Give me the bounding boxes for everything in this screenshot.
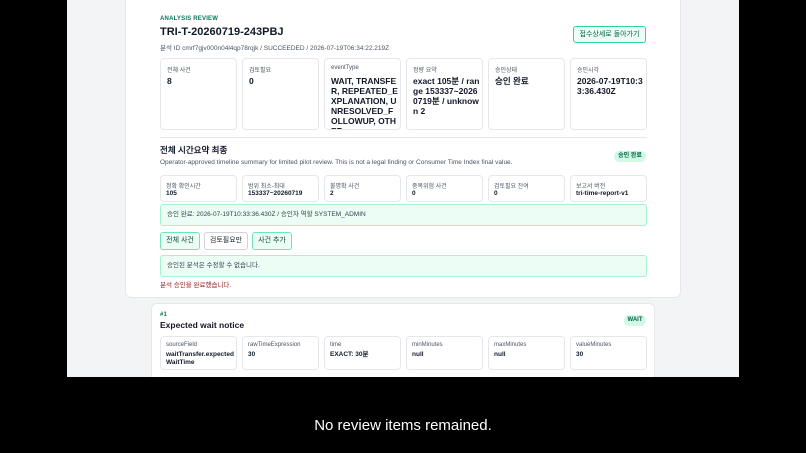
- stat-label: 전체 사건: [167, 68, 191, 74]
- summary-description: Operator-approved timeline summary for l…: [160, 159, 513, 166]
- tab-all-events[interactable]: 전체 사건: [160, 232, 200, 250]
- field-label: time: [330, 342, 342, 348]
- summary-report-version: 보고서 버전 tri-time-report-v1: [570, 175, 647, 202]
- stat-review-needed: 검토필요 0: [242, 58, 319, 130]
- field-source: sourceField waitTransfer.expectedWaitTim…: [160, 336, 237, 370]
- stat-value: 0: [249, 76, 254, 86]
- page-title: TRI-T-20260719-243PBJ: [160, 26, 284, 38]
- field-label: sourceField: [166, 342, 198, 348]
- summary-label: 범위 최소-최대: [248, 184, 285, 190]
- subtitle-caption: No review items remained.: [0, 377, 806, 453]
- summary-value: 0: [494, 190, 498, 197]
- stat-approval-time: 승인시각 2026-07-19T10:33:36.430Z: [570, 58, 647, 130]
- event-index: #1: [160, 312, 168, 318]
- summary-label: 정확 확인시간: [166, 184, 201, 190]
- field-value-minutes: valueMinutes 30: [570, 336, 647, 370]
- summary-review-remaining: 검토필요 잔여 0: [488, 175, 565, 202]
- field-label: valueMinutes: [576, 342, 612, 348]
- summary-heading: 전체 시간요약 최종: [160, 145, 228, 155]
- stat-quant-summary: 정량 요약 exact 105분 / range 153337~20260719…: [406, 58, 483, 130]
- stat-value: WAIT, TRANSFER, REPEATED_EXPLANATION, UN…: [331, 76, 398, 129]
- field-label: minMinutes: [412, 342, 443, 348]
- field-value: EXACT: 30분: [330, 351, 369, 358]
- summary-label: 검토필요 잔여: [494, 184, 529, 190]
- back-to-intake-button[interactable]: 접수상세로 돌아가기: [573, 26, 646, 43]
- summary-label: 보고서 버전: [576, 184, 606, 190]
- status-badge: 승인 완료: [614, 151, 646, 162]
- stat-total-events: 전체 사건 8: [160, 58, 237, 130]
- summary-duplicate-risk: 중복위험 사건 0: [406, 175, 483, 202]
- field-value: null: [494, 351, 506, 358]
- analysis-review-card: ANALYSIS REVIEW TRI-T-20260719-243PBJ 분석…: [125, 0, 681, 298]
- stat-value: exact 105분 / range 153337~20260719분 / un…: [413, 76, 480, 116]
- stat-label: 승인시각: [577, 68, 600, 74]
- summary-exact-time: 정확 확인시간 105: [160, 175, 237, 202]
- field-label: maxMinutes: [494, 342, 527, 348]
- stat-label: eventType: [331, 65, 359, 71]
- stat-event-type: eventType WAIT, TRANSFER, REPEATED_EXPLA…: [324, 58, 401, 130]
- summary-value: 153337~20260719: [248, 190, 303, 197]
- stat-approval-status: 승인상태 승인 완료: [488, 58, 565, 130]
- summary-range: 범위 최소-최대 153337~20260719: [242, 175, 319, 202]
- field-max-minutes: maxMinutes null: [488, 336, 565, 370]
- event-title: Expected wait notice: [160, 320, 245, 330]
- event-card: #1 Expected wait notice WAIT sourceField…: [151, 303, 655, 377]
- stat-value: 8: [167, 76, 172, 86]
- field-min-minutes: minMinutes null: [406, 336, 483, 370]
- stat-value: 승인 완료: [495, 76, 529, 86]
- summary-unknown-events: 불명확 사건 2: [324, 175, 401, 202]
- stat-label: 정량 요약: [413, 68, 437, 74]
- event-type-badge: WAIT: [624, 315, 646, 326]
- section-divider: [160, 137, 647, 138]
- summary-value: tri-time-report-v1: [576, 190, 629, 197]
- summary-label: 중복위험 사건: [412, 184, 447, 190]
- field-time: time EXACT: 30분: [324, 336, 401, 370]
- summary-label: 불명확 사건: [330, 184, 360, 190]
- add-event-button[interactable]: 사건 추가: [252, 232, 292, 250]
- field-raw-time: rawTimeExpression 30: [242, 336, 319, 370]
- summary-value: 105: [166, 190, 177, 197]
- review-kicker: ANALYSIS REVIEW: [160, 16, 219, 22]
- field-value: waitTransfer.expectedWaitTime: [166, 351, 234, 366]
- locked-notice: 승인된 분석은 수정할 수 없습니다.: [160, 255, 647, 277]
- field-label: rawTimeExpression: [248, 342, 301, 348]
- field-value: null: [412, 351, 424, 358]
- analysis-meta: 분석 ID cmrf7gjv000n04l4qp78rqjk / SUCCEED…: [160, 45, 390, 52]
- stat-label: 검토필요: [249, 68, 272, 74]
- stat-label: 승인상태: [495, 68, 518, 74]
- field-value: 30: [576, 351, 584, 358]
- summary-value: 2: [330, 190, 334, 197]
- field-value: 30: [248, 351, 256, 358]
- approval-notice: 승인 완료: 2026-07-19T10:33:36.430Z / 승인자 역할…: [160, 204, 647, 226]
- review-page: ANALYSIS REVIEW TRI-T-20260719-243PBJ 분석…: [67, 0, 739, 377]
- status-message: 분석 승인을 완료했습니다.: [160, 282, 232, 289]
- stat-value: 2026-07-19T10:33:36.430Z: [577, 76, 643, 96]
- tab-review-needed[interactable]: 검토필요만: [204, 232, 248, 250]
- summary-value: 0: [412, 190, 416, 197]
